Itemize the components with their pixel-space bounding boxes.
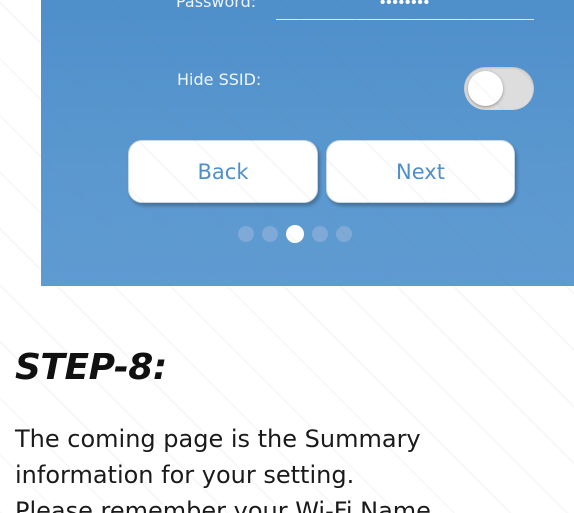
hide-ssid-toggle[interactable] [464, 67, 534, 110]
step-title: STEP-8: [15, 347, 167, 388]
password-label: Password: [176, 0, 257, 11]
page-indicator [238, 225, 352, 243]
instruction-line: The coming page is the Summary [15, 425, 421, 453]
page-dot [262, 226, 278, 242]
instruction-line: information for your setting. [15, 461, 355, 489]
wifi-settings-panel: Password: •••••••• Hide SSID: Back Next [41, 0, 574, 286]
page-dot [336, 226, 352, 242]
next-button[interactable]: Next [326, 140, 515, 203]
page-dot [238, 226, 254, 242]
password-underline [276, 19, 534, 20]
toggle-knob [468, 71, 503, 106]
hide-ssid-label: Hide SSID: [177, 70, 262, 89]
page-dot [312, 226, 328, 242]
back-button[interactable]: Back [128, 140, 318, 203]
password-field[interactable]: •••••••• [380, 0, 430, 11]
instruction-text: The coming page is the Summary informati… [15, 421, 574, 513]
instruction-line: Please remember your Wi-Fi Name [15, 497, 431, 513]
page-dot-active [286, 225, 304, 243]
